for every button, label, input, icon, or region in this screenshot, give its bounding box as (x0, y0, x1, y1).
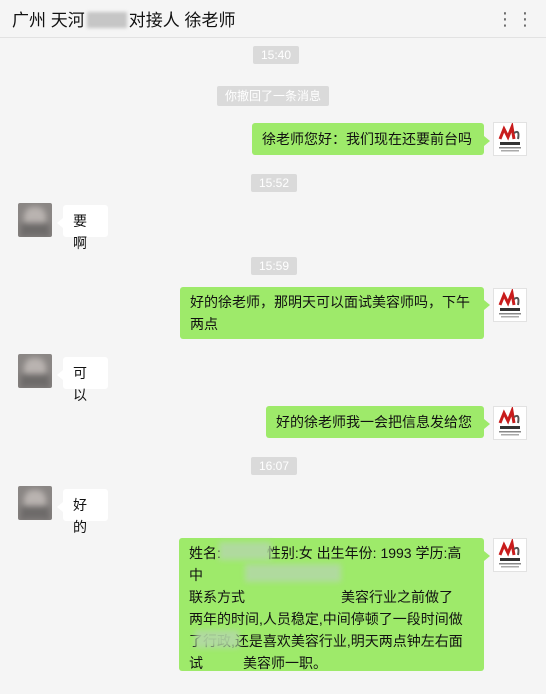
message-text: 徐老师您好：我们现在还要前台吗 (262, 131, 472, 147)
message-text: 好的徐老师我一会把信息发给您 (276, 414, 472, 430)
message-bubble-received[interactable]: 要啊 (57, 205, 108, 251)
message-text: 联系方式 (189, 589, 245, 605)
message-text: 姓名: (189, 545, 221, 561)
message-text-line: 试 美容师一职。 (189, 652, 474, 674)
message-bubble-sent[interactable]: 好的徐老师，那明天可以面试美容师吗，下午 两点 (180, 287, 490, 339)
message-text-line: 两年的时间,人员稳定,中间停顿了一段时间做 (189, 611, 463, 627)
contact-avatar[interactable] (18, 354, 52, 388)
redacted-text (195, 630, 239, 648)
redacted-text (245, 564, 341, 582)
brand-logo-icon (498, 123, 521, 152)
redacted-name (86, 12, 127, 28)
more-options-icon[interactable]: ⋮⋮ (496, 9, 536, 30)
chat-title-suffix: 对接人 徐老师 (128, 11, 236, 30)
timestamp: 15:52 (251, 174, 298, 192)
message-text: 好的 (73, 497, 87, 535)
message-text: 美容师一职。 (243, 655, 327, 671)
brand-logo-icon (498, 407, 521, 436)
message-text: 要啊 (73, 213, 87, 251)
message-bubble-received[interactable]: 好的 (57, 489, 108, 535)
brand-logo-icon (498, 289, 521, 318)
contact-avatar[interactable] (18, 203, 52, 237)
user-avatar[interactable] (493, 406, 527, 440)
recall-notice: 你撤回了一条消息 (217, 86, 330, 106)
message-text: 试 (189, 655, 203, 671)
chat-title: 广州 天河 对接人 徐老师 (12, 6, 235, 31)
chat-header: 广州 天河 对接人 徐老师 ⋮⋮ (0, 0, 546, 38)
chat-title-prefix: 广州 天河 (12, 11, 85, 30)
message-text: 美容行业之前做了 (341, 589, 453, 605)
message-text: 可以 (73, 365, 87, 403)
timestamp: 15:40 (253, 46, 300, 64)
message-bubble-sent[interactable]: 徐老师您好：我们现在还要前台吗 (252, 123, 490, 155)
user-avatar[interactable] (493, 122, 527, 156)
user-avatar[interactable] (493, 288, 527, 322)
redacted-text (219, 542, 271, 560)
message-text-line: 好的徐老师，那明天可以面试美容师吗，下午 (190, 294, 470, 310)
contact-avatar[interactable] (18, 486, 52, 520)
message-bubble-received[interactable]: 可以 (57, 357, 108, 403)
timestamp: 15:59 (251, 257, 298, 275)
message-text-line: 两点 (190, 316, 218, 332)
message-text-line: 联系方式 美容行业之前做了 (189, 586, 474, 608)
message-bubble-sent[interactable]: 好的徐老师我一会把信息发给您 (266, 406, 490, 438)
message-bubble-sent[interactable]: 姓名: 性别:女 出生年份: 1993 学历:高中 联系方式 美容行业之前做了 两年… (179, 538, 490, 674)
brand-logo-icon (498, 539, 521, 568)
user-avatar[interactable] (493, 538, 527, 572)
timestamp: 16:07 (251, 457, 298, 475)
